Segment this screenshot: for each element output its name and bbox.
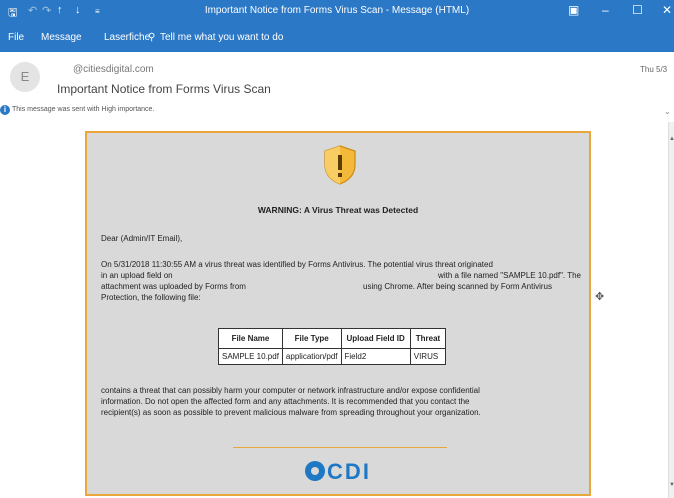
warning-shield-icon xyxy=(324,145,356,185)
scroll-down-icon[interactable]: ▼ xyxy=(669,482,674,488)
restore-icon[interactable]: ▣ xyxy=(568,3,579,17)
vertical-scrollbar[interactable]: ▲ ▼ xyxy=(668,122,674,498)
chevron-down-icon[interactable]: ⌄ xyxy=(664,107,671,116)
table-header: Threat xyxy=(409,328,447,349)
info-icon: i xyxy=(0,105,10,115)
table-header: File Name xyxy=(218,328,283,349)
para1-line2a: in an upload field on xyxy=(101,271,173,280)
close-icon[interactable]: ✕ xyxy=(662,3,672,17)
para1-line4: Protection, the following file: xyxy=(101,293,201,302)
tab-message[interactable]: Message xyxy=(41,32,82,43)
para1-line2b: with a file named "SAMPLE 10.pdf". The xyxy=(438,271,581,280)
sender-address[interactable]: @citiesdigital.com xyxy=(73,64,154,75)
cdi-logo: CDI xyxy=(87,459,589,485)
tab-laserfiche[interactable]: Laserfiche xyxy=(104,32,150,43)
para2-line2: information. Do not open the affected fo… xyxy=(101,397,470,406)
table-header: File Type xyxy=(281,328,342,349)
greeting: Dear (Admin/IT Email), xyxy=(101,234,183,243)
tab-file[interactable]: File xyxy=(8,32,24,43)
table-cell: VIRUS xyxy=(409,348,447,365)
logo-text: CDI xyxy=(327,459,371,484)
paragraph-2: contains a threat that can possibly harm… xyxy=(101,385,581,418)
lightbulb-icon: ⚲ xyxy=(148,32,156,43)
ribbon-tabs: File Message Laserfiche ⚲ Tell me what y… xyxy=(0,22,674,52)
message-header: E @citiesdigital.com Important Notice fr… xyxy=(0,52,674,122)
table-row: SAMPLE 10.pdf application/pdf Field2 VIR… xyxy=(218,348,447,365)
move-cursor-icon: ✥ xyxy=(595,291,605,303)
tell-me-search[interactable]: Tell me what you want to do xyxy=(160,32,283,43)
importance-notice: This message was sent with High importan… xyxy=(12,106,155,113)
maximize-icon[interactable]: ☐ xyxy=(632,3,643,17)
table-cell: application/pdf xyxy=(281,348,342,365)
table-cell: SAMPLE 10.pdf xyxy=(218,348,283,365)
para1-line1: On 5/31/2018 11:30:55 AM a virus threat … xyxy=(101,260,493,269)
paragraph-1: On 5/31/2018 11:30:55 AM a virus threat … xyxy=(101,259,581,303)
table-header: Upload Field ID xyxy=(340,328,411,349)
avatar[interactable]: E xyxy=(10,62,40,92)
warning-heading: WARNING: A Virus Threat was Detected xyxy=(257,205,419,215)
title-bar: 🖫 ↶ ↷ ↑ ↓ ≡ Important Notice from Forms … xyxy=(0,0,674,22)
para1-line3b: using Chrome. After being scanned by For… xyxy=(363,282,552,291)
scroll-up-icon[interactable]: ▲ xyxy=(669,136,674,142)
minimize-icon[interactable]: – xyxy=(602,3,609,17)
virus-notice-card: WARNING: A Virus Threat was Detected Dea… xyxy=(85,131,591,496)
file-table: File Name File Type Upload Field ID Thre… xyxy=(218,328,447,365)
para1-line3a: attachment was uploaded by Forms from xyxy=(101,282,246,291)
logo-mark-icon xyxy=(305,461,326,481)
table-cell: Field2 xyxy=(340,348,411,365)
para2-line1: contains a threat that can possibly harm… xyxy=(101,386,480,395)
message-subject: Important Notice from Forms Virus Scan xyxy=(57,82,271,96)
divider xyxy=(233,447,447,448)
message-date: Thu 5/3 xyxy=(640,65,668,74)
para2-line3: recipient(s) as soon as possible to prev… xyxy=(101,408,481,417)
